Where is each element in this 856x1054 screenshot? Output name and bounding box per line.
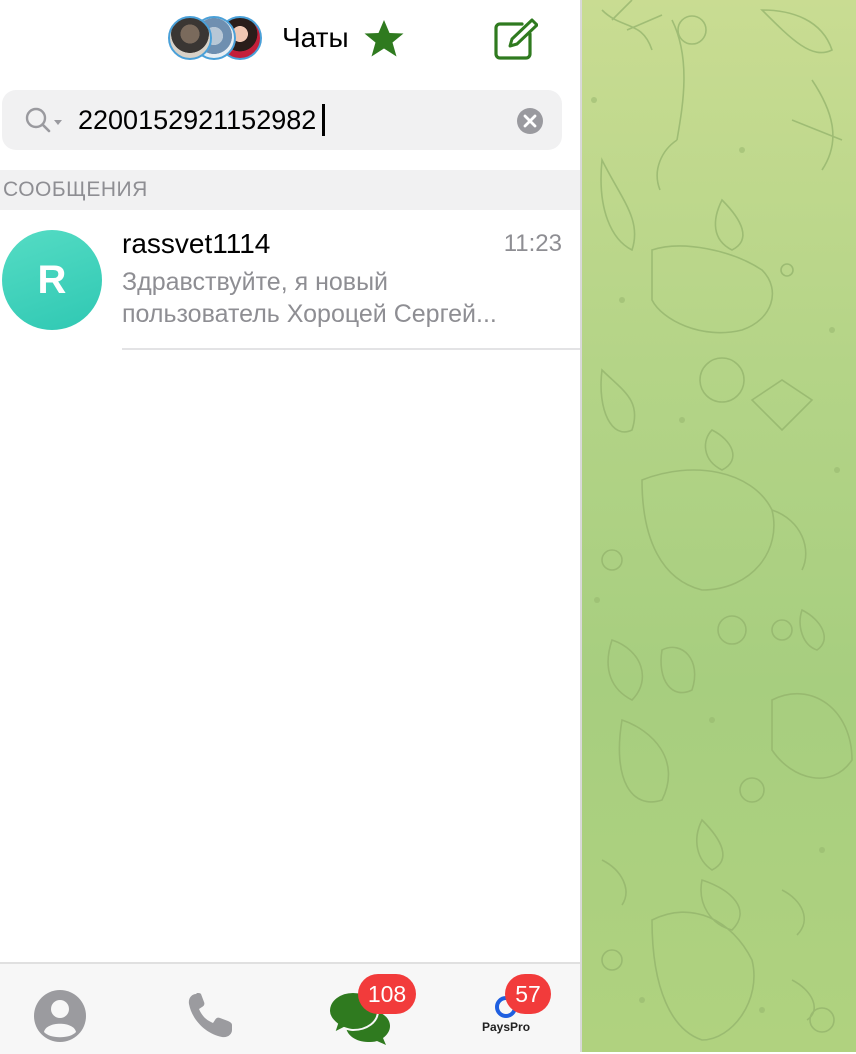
header: Чаты [0,0,580,80]
contacts-icon [34,990,86,1042]
tab-calls[interactable] [170,964,250,1054]
avatar[interactable]: R [2,230,102,330]
payspro-label: PaysPro [482,1020,531,1034]
unread-badge: 108 [358,974,416,1014]
tab-payspro[interactable]: PaysPro 57 [465,964,551,1054]
tab-chats[interactable]: 108 [320,964,416,1054]
text-cursor [322,104,325,136]
wallpaper-doodles [591,0,853,1041]
search-input[interactable] [78,102,498,138]
page-title: Чаты [282,22,349,53]
section-label: СООБЩЕНИЯ [3,178,148,201]
clear-icon[interactable] [516,107,544,135]
chat-name: rassvet1114 [122,228,271,259]
chat-wallpaper [582,0,856,1052]
chat-preview: Здравствуйте, я новый пользователь Хороц… [122,268,497,328]
divider [122,348,580,350]
account-avatars[interactable] [168,16,268,64]
tab-contacts[interactable] [20,964,100,1054]
tab-bar: 108 PaysPro 57 [0,962,580,1054]
search-bar[interactable] [2,90,562,150]
chat-time: 11:23 [503,230,562,257]
compose-icon[interactable] [492,18,538,62]
chat-list-pane: Чаты СООБЩЕНИЯ R rassvet1114 11:23 Здрав… [0,0,580,1054]
list-item[interactable]: R rassvet1114 11:23 Здравствуйте, я новы… [0,212,580,350]
star-icon[interactable] [362,18,406,60]
calls-icon [188,993,232,1038]
search-icon[interactable] [24,106,66,134]
section-header: СООБЩЕНИЯ [0,170,580,210]
avatar[interactable] [168,16,212,60]
unread-badge: 57 [505,974,551,1014]
